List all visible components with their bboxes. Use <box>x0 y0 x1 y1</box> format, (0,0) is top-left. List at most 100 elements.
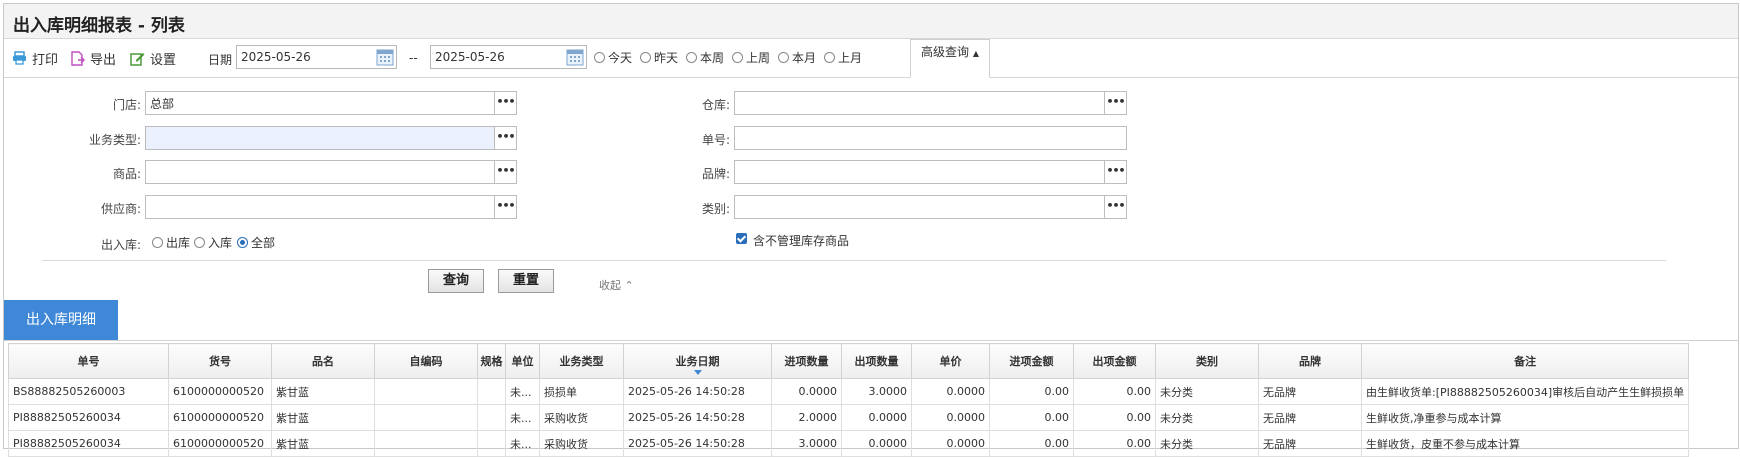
advanced-search-tab[interactable]: 高级查询 ▲ <box>910 39 990 78</box>
settings-label: 设置 <box>150 52 177 68</box>
column-header[interactable]: 单位 <box>505 343 540 379</box>
range-this-month-radio[interactable]: 本月 <box>778 49 816 66</box>
page-title: 出入库明细报表 - 列表 <box>13 16 185 36</box>
range-today-radio[interactable]: 今天 <box>594 49 632 66</box>
tab-inout-detail[interactable]: 出入库明细 <box>4 300 118 340</box>
table-cell: 未... <box>505 430 540 457</box>
column-header[interactable]: 进项数量 <box>771 343 842 379</box>
more-icon[interactable]: ••• <box>1104 195 1127 219</box>
radio-label: 今天 <box>608 51 633 65</box>
column-header[interactable]: 规格 <box>477 343 506 379</box>
grid-tab-bar: 出入库明细 <box>4 300 1738 341</box>
doc-number-link[interactable]: PI88882505260034 <box>8 430 169 457</box>
table-cell: 采购收货 <box>539 430 624 457</box>
collapse-link[interactable]: 收起 ⌃ <box>599 277 634 293</box>
table-cell <box>477 378 506 405</box>
brand-input[interactable] <box>735 161 1093 183</box>
query-button[interactable]: 查询 <box>428 269 484 293</box>
range-last-month-radio[interactable]: 上月 <box>824 49 862 66</box>
column-header-sorted[interactable]: 业务日期 <box>623 343 772 379</box>
table-cell: 由生鲜收货单:[PI88882505260034]审核后自动产生生鲜损损单 <box>1360 378 1690 405</box>
radio-button[interactable] <box>640 52 651 63</box>
column-header[interactable]: 进项金额 <box>989 343 1074 379</box>
table-row[interactable]: BS88882505260003 6100000000520 紫甘蓝 未... … <box>8 378 1690 405</box>
biztype-field[interactable]: ••• <box>145 126 517 150</box>
more-icon[interactable]: ••• <box>494 91 517 115</box>
column-header[interactable]: 业务类型 <box>539 343 624 379</box>
column-header[interactable]: 出项数量 <box>841 343 912 379</box>
warehouse-input[interactable] <box>735 92 1093 114</box>
store-input[interactable] <box>146 92 484 114</box>
biztype-input[interactable] <box>146 127 494 149</box>
table-cell: 0.0000 <box>841 404 912 431</box>
biztype-label: 业务类型: <box>88 133 141 147</box>
store-field[interactable]: ••• <box>145 91 517 115</box>
category-input[interactable] <box>735 196 1093 218</box>
column-header[interactable]: 类别 <box>1155 343 1259 379</box>
more-icon[interactable]: ••• <box>494 160 517 184</box>
table-cell: 6100000000520 <box>168 378 272 405</box>
print-button[interactable]: 打印 <box>12 48 58 68</box>
warehouse-field[interactable]: ••• <box>734 91 1127 115</box>
table-row[interactable]: PI88882505260034 6100000000520 紫甘蓝 未... … <box>8 404 1690 431</box>
divider <box>42 260 1666 261</box>
docno-field[interactable] <box>734 126 1127 150</box>
table-cell <box>374 430 478 457</box>
date-to-field[interactable] <box>430 45 587 69</box>
radio-label: 全部 <box>251 236 276 250</box>
table-row[interactable]: PI88882505260034 6100000000520 紫甘蓝 未... … <box>8 430 1690 457</box>
radio-button[interactable] <box>778 52 789 63</box>
calendar-icon[interactable] <box>566 48 584 66</box>
date-from-input[interactable] <box>237 46 365 68</box>
column-header[interactable]: 单价 <box>911 343 990 379</box>
more-icon[interactable]: ••• <box>494 126 517 150</box>
category-field[interactable]: ••• <box>734 195 1127 219</box>
column-header[interactable]: 出项金额 <box>1073 343 1156 379</box>
column-header[interactable]: 单号 <box>8 343 169 379</box>
store-label: 门店: <box>112 98 141 112</box>
radio-button[interactable] <box>237 237 248 248</box>
more-icon[interactable]: ••• <box>1104 160 1127 184</box>
product-input[interactable] <box>146 161 484 183</box>
supplier-input[interactable] <box>146 196 484 218</box>
more-icon[interactable]: ••• <box>494 195 517 219</box>
inout-all-radio[interactable]: 全部 <box>237 234 275 251</box>
product-field[interactable]: ••• <box>145 160 517 184</box>
date-to-input[interactable] <box>431 46 559 68</box>
column-header[interactable]: 备注 <box>1360 343 1690 379</box>
include-nonstock-checkbox[interactable] <box>736 233 747 244</box>
docno-input[interactable] <box>735 127 1123 149</box>
export-button[interactable]: 导出 <box>70 48 116 68</box>
calendar-icon[interactable] <box>376 48 394 66</box>
advanced-search-label: 高级查询 <box>921 45 970 59</box>
settings-button[interactable]: 设置 <box>130 48 176 68</box>
range-this-week-radio[interactable]: 本周 <box>686 49 724 66</box>
report-window: 出入库明细报表 - 列表 打印 导出 设置 日期 -- 今天 昨天 本周 上周 … <box>3 3 1739 457</box>
radio-button[interactable] <box>194 237 205 248</box>
inout-out-radio[interactable]: 出库 <box>152 234 190 251</box>
reset-button[interactable]: 重置 <box>498 269 554 293</box>
doc-number-link[interactable]: BS88882505260003 <box>8 378 169 405</box>
radio-button[interactable] <box>152 237 163 248</box>
date-from-field[interactable] <box>236 45 397 69</box>
column-header[interactable]: 货号 <box>168 343 272 379</box>
range-yesterday-radio[interactable]: 昨天 <box>640 49 678 66</box>
brand-label: 品牌: <box>701 167 730 181</box>
radio-button[interactable] <box>686 52 697 63</box>
title-bar: 出入库明细报表 - 列表 <box>4 4 1738 39</box>
radio-button[interactable] <box>732 52 743 63</box>
column-header[interactable]: 品名 <box>271 343 375 379</box>
inout-in-radio[interactable]: 入库 <box>194 234 232 251</box>
table-cell: 紫甘蓝 <box>271 404 375 431</box>
range-last-week-radio[interactable]: 上周 <box>732 49 770 66</box>
column-header[interactable]: 自编码 <box>374 343 478 379</box>
brand-field[interactable]: ••• <box>734 160 1127 184</box>
more-icon[interactable]: ••• <box>1104 91 1127 115</box>
toolbar: 打印 导出 设置 日期 -- 今天 昨天 本周 上周 本月 上月 高级查询 ▲ <box>4 39 1738 78</box>
supplier-field[interactable]: ••• <box>145 195 517 219</box>
radio-button[interactable] <box>594 52 605 63</box>
sort-desc-icon <box>693 370 702 375</box>
column-header[interactable]: 品牌 <box>1258 343 1362 379</box>
radio-button[interactable] <box>824 52 835 63</box>
doc-number-link[interactable]: PI88882505260034 <box>8 404 169 431</box>
